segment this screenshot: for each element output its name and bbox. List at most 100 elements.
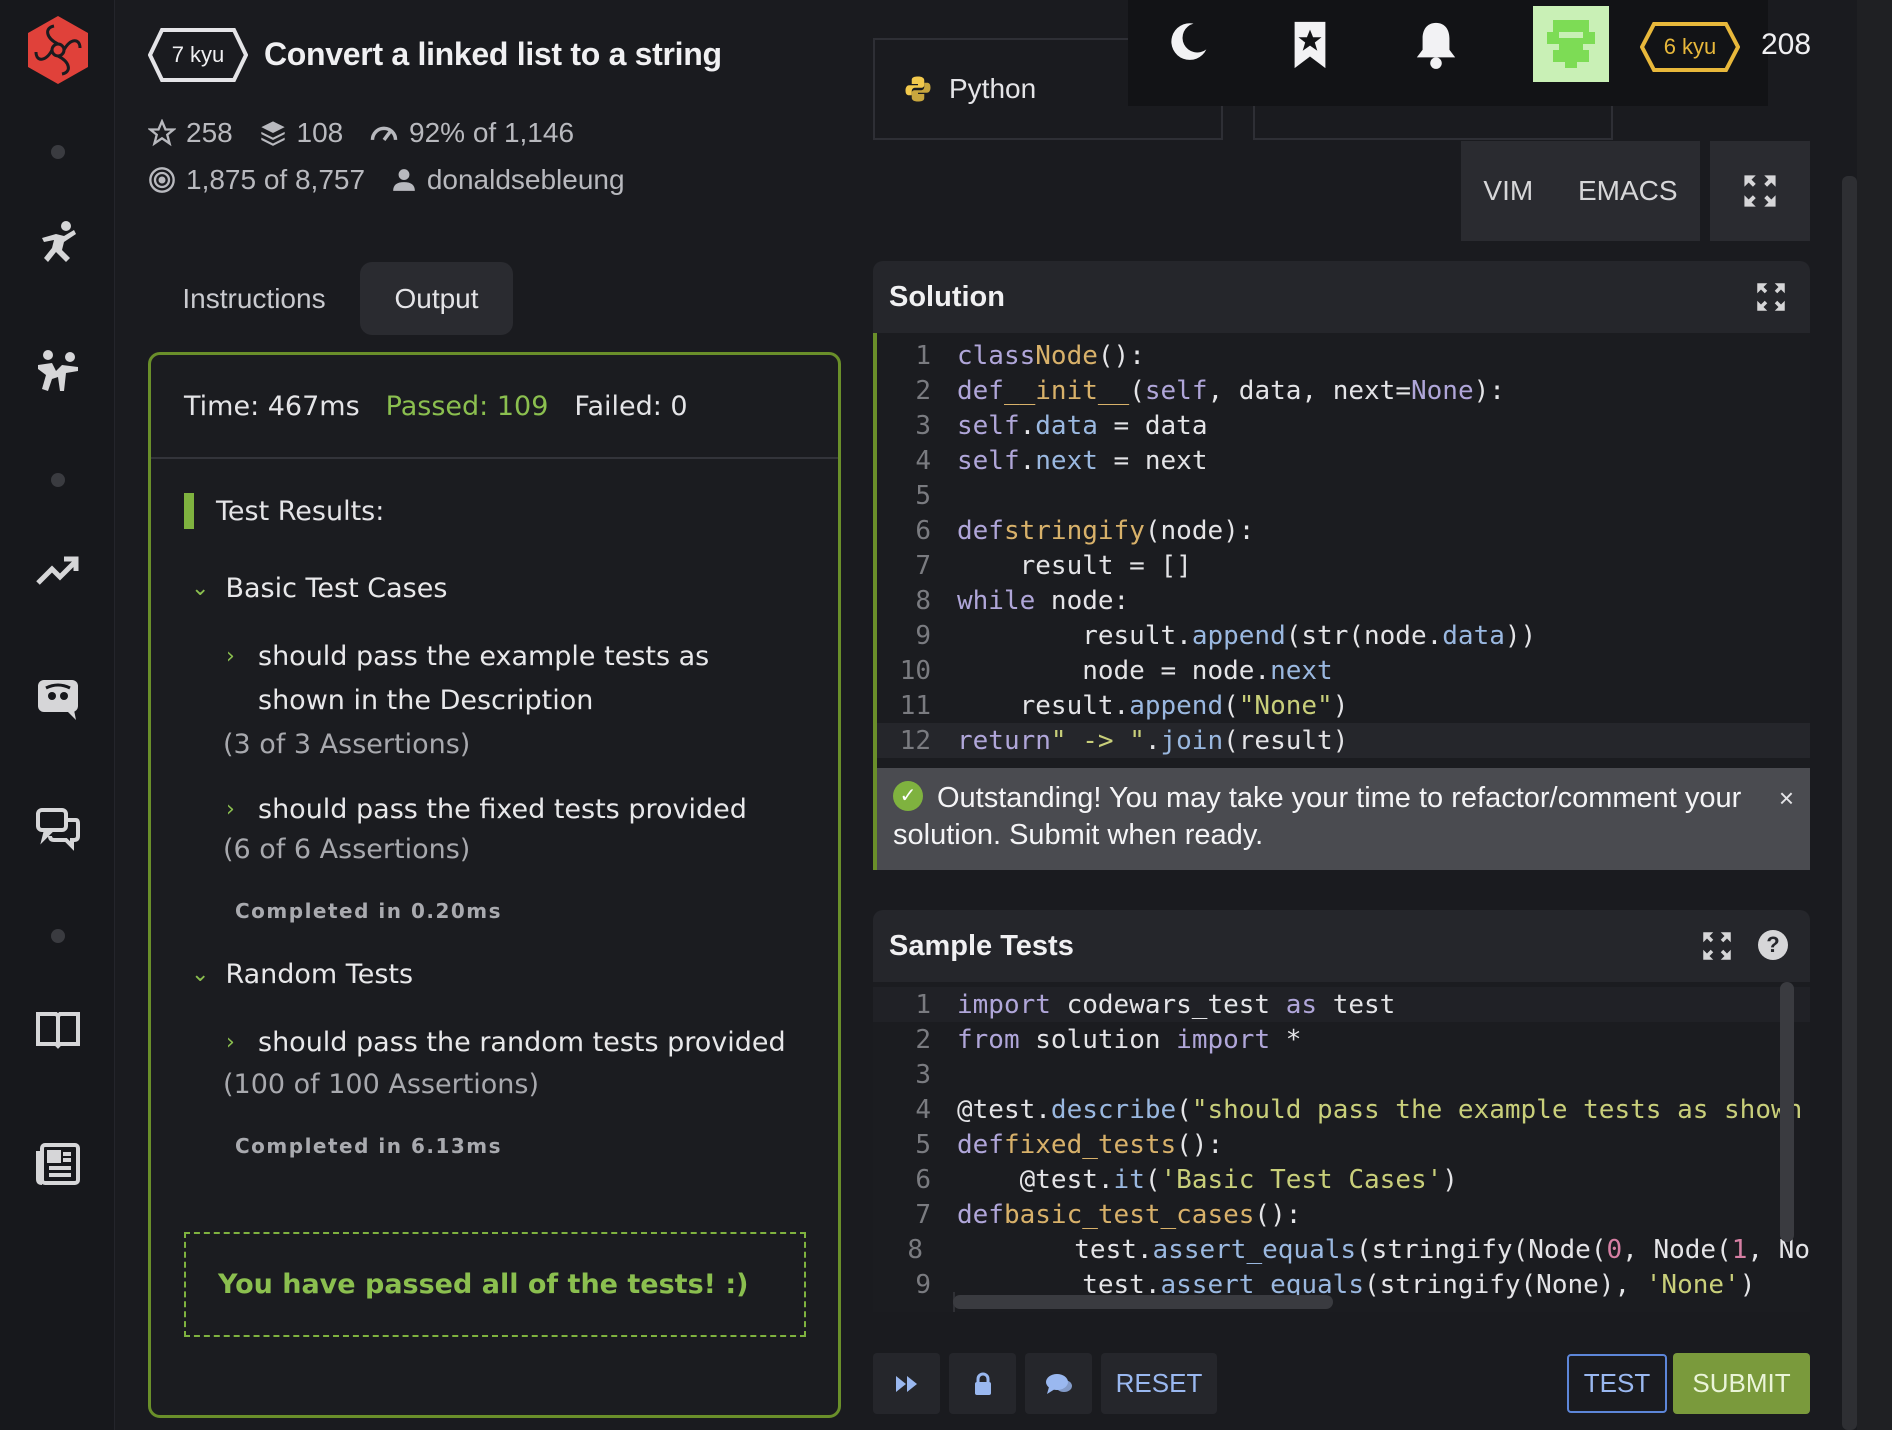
run-button[interactable] — [873, 1353, 940, 1414]
satisfaction-icon — [370, 126, 398, 141]
reset-button[interactable]: RESET — [1101, 1353, 1217, 1414]
test-case-title: should pass the fixed tests provided — [258, 794, 747, 825]
vertical-scrollbar[interactable] — [1780, 982, 1794, 1242]
discussion-icon[interactable] — [30, 800, 86, 856]
assertion-count: (6 of 6 Assertions) — [223, 834, 471, 865]
nav-separator — [51, 145, 65, 159]
docs-icon[interactable] — [30, 1000, 86, 1056]
solution-header: Solution — [873, 261, 1810, 333]
satisfaction-stat: 92% of 1,146 — [369, 112, 574, 154]
test-case-title: should pass the example tests as shown i… — [258, 641, 710, 716]
test-case-title: should pass the random tests provided — [258, 1027, 786, 1058]
honor-count: 208 — [1761, 28, 1812, 61]
sample-tests-editor[interactable]: 1 import codewars_test as test 2 from solu… — [873, 982, 1810, 1312]
submit-label: SUBMIT — [1692, 1368, 1791, 1398]
chevron-right-icon: › — [226, 1030, 235, 1055]
completed-value: 1,875 of 8,757 — [186, 164, 366, 195]
time-label: Time: 467ms — [184, 390, 360, 422]
logo-icon[interactable] — [24, 14, 92, 86]
stars-count: 258 — [186, 117, 233, 148]
success-toast: ✓ Outstanding! You may take your time to … — [873, 768, 1810, 870]
practice-icon[interactable] — [30, 343, 86, 399]
chat-button[interactable] — [1025, 1353, 1092, 1414]
tab-instructions[interactable]: Instructions — [160, 262, 348, 335]
solution-editor[interactable]: 1 class Node (): 2 def __init__(self, data… — [873, 333, 1810, 768]
kata-stats: 258 108 92% of 1,146 1,875 of 8,757 dona… — [148, 112, 788, 206]
bell-icon[interactable] — [1413, 18, 1459, 75]
assertion-count: (3 of 3 Assertions) — [223, 729, 471, 760]
test-group-name: Basic Test Cases — [225, 573, 448, 604]
test-results-label: Test Results: — [216, 495, 385, 527]
tab-instructions-label: Instructions — [182, 282, 326, 314]
fullscreen-button[interactable] — [1710, 141, 1810, 241]
fullscreen-icon — [1744, 175, 1776, 207]
kata-rank-badge: 7 kyu — [148, 28, 248, 82]
close-icon[interactable]: × — [1779, 780, 1794, 817]
avatar[interactable] — [1533, 6, 1609, 82]
assertion-count: (100 of 100 Assertions) — [223, 1069, 540, 1100]
completed-time: Completed in 0.20ms — [235, 899, 503, 923]
test-button[interactable]: TEST — [1567, 1354, 1667, 1413]
submit-button[interactable]: SUBMIT — [1673, 1353, 1810, 1414]
collections-count: 108 — [296, 117, 344, 148]
satisfaction-value: 92% of 1,146 — [409, 117, 575, 148]
user-icon — [392, 169, 415, 191]
output-panel: Time: 467ms Passed: 109 Failed: 0 Test R… — [148, 352, 841, 1418]
discord-icon[interactable] — [30, 670, 86, 726]
kata-rank-label: 7 kyu — [171, 42, 225, 67]
star-icon — [148, 119, 176, 147]
collection-icon — [260, 121, 285, 146]
left-nav — [0, 0, 115, 1430]
lock-icon — [974, 1372, 991, 1395]
page-scrollbar[interactable] — [1842, 176, 1857, 1430]
collections-stat: 108 — [259, 112, 344, 154]
kata-title: Convert a linked list to a string — [264, 36, 722, 72]
help-icon[interactable]: ? — [1758, 930, 1788, 960]
emacs-toggle[interactable]: EMACS — [1578, 175, 1678, 207]
blog-icon[interactable] — [30, 1135, 86, 1191]
test-summary: Time: 467ms Passed: 109 Failed: 0 — [151, 355, 838, 459]
test-label: TEST — [1583, 1368, 1651, 1398]
moon-icon[interactable] — [1166, 20, 1210, 69]
python-icon — [905, 76, 931, 102]
vim-toggle[interactable]: VIM — [1483, 175, 1533, 207]
bookmark-icon[interactable] — [1290, 20, 1330, 75]
solution-title: Solution — [889, 280, 1005, 313]
user-rank-badge[interactable]: 6 kyu — [1640, 22, 1740, 72]
horizontal-scrollbar[interactable] — [953, 1295, 1333, 1309]
fullscreen-icon[interactable] — [1756, 282, 1786, 312]
leaderboard-icon[interactable] — [30, 543, 86, 599]
chevron-down-icon: ⌄ — [191, 576, 210, 601]
failed-label: Failed: 0 — [574, 390, 688, 422]
chevron-down-icon: ⌄ — [191, 962, 210, 987]
test-group-header[interactable]: ⌄ Basic Test Cases — [191, 573, 447, 604]
language-name: Python — [949, 73, 1037, 104]
author-name[interactable]: donaldsebleung — [427, 159, 625, 201]
test-group-header[interactable]: ⌄ Random Tests — [191, 959, 413, 990]
author-stat[interactable]: donaldsebleung — [391, 159, 625, 201]
heading-accent-bar — [184, 493, 194, 529]
fullscreen-icon[interactable] — [1702, 931, 1732, 961]
sample-tests-header: Sample Tests ? — [873, 910, 1810, 982]
test-case[interactable]: › should pass the fixed tests provided (… — [223, 788, 786, 865]
stars-stat[interactable]: 258 — [148, 112, 233, 154]
training-icon[interactable] — [30, 214, 86, 270]
test-case[interactable]: › should pass the random tests provided … — [223, 1021, 786, 1100]
tab-output[interactable]: Output — [360, 262, 513, 335]
nav-separator — [51, 929, 65, 943]
reset-label: RESET — [1115, 1368, 1203, 1398]
completed-stat: 1,875 of 8,757 — [148, 159, 365, 201]
test-case[interactable]: › should pass the example tests as shown… — [223, 635, 786, 760]
user-rank-label: 6 kyu — [1663, 34, 1717, 59]
avatar-image — [1547, 20, 1595, 68]
tab-output-label: Output — [394, 282, 479, 314]
lock-button[interactable] — [949, 1353, 1016, 1414]
chevron-right-icon: › — [226, 644, 235, 669]
chat-icon — [1045, 1373, 1072, 1394]
run-icon — [895, 1375, 917, 1392]
sample-tests-title: Sample Tests — [889, 929, 1074, 962]
editor-mode-toggles: VIM EMACS — [1461, 141, 1700, 241]
all-passed-message: You have passed all of the tests! :) — [184, 1232, 806, 1337]
chevron-right-icon: › — [226, 797, 235, 822]
background-window-edge — [1857, 0, 1892, 1430]
